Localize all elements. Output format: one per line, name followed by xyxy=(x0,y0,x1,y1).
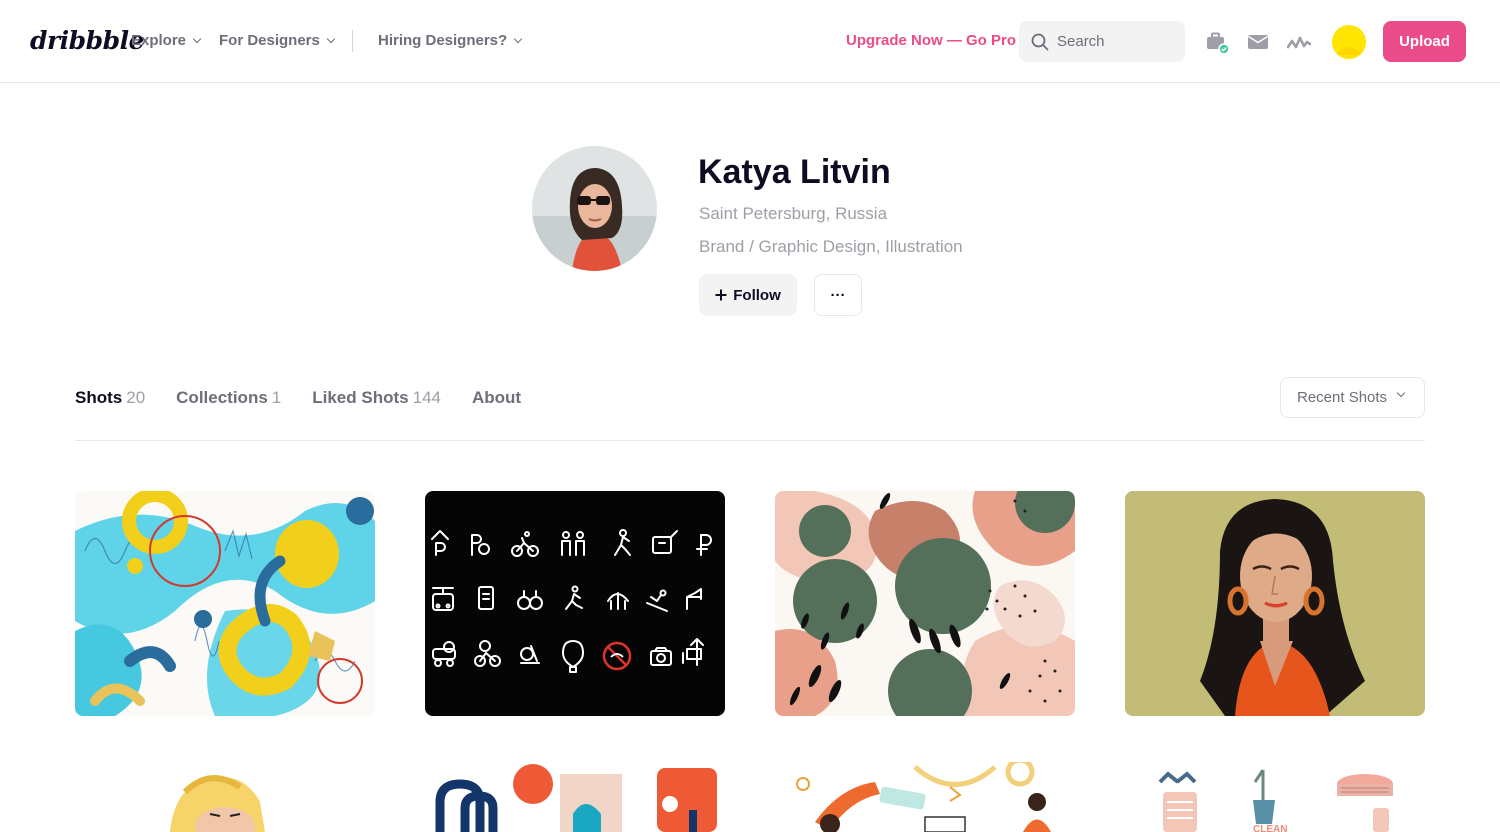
follow-button[interactable]: Follow xyxy=(699,274,797,316)
user-avatar[interactable] xyxy=(1332,25,1366,59)
tab-about[interactable]: About xyxy=(472,388,521,408)
nav-hiring-designers-label: Hiring Designers? xyxy=(378,32,508,49)
shot-card[interactable] xyxy=(425,762,725,832)
chevron-down-icon xyxy=(1396,388,1406,398)
tab-collections-count: 1 xyxy=(271,388,282,407)
nav-explore-label: Explore xyxy=(131,32,187,49)
chevron-down-icon xyxy=(192,34,202,43)
tab-collections[interactable]: Collections 1 xyxy=(176,388,281,408)
shot-thumbnail xyxy=(75,762,375,832)
tab-collections-label: Collections xyxy=(176,388,268,407)
shot-card[interactable] xyxy=(775,491,1075,716)
profile-avatar xyxy=(532,146,657,271)
tab-liked-shots-label: Liked Shots xyxy=(312,388,409,407)
shot-thumbnail xyxy=(75,491,375,716)
nav-hiring-designers[interactable]: Hiring Designers? xyxy=(378,32,523,49)
search-box[interactable] xyxy=(1019,21,1185,62)
plus-icon xyxy=(715,289,727,301)
avatar-image xyxy=(1332,25,1366,59)
profile-location: Saint Petersburg, Russia xyxy=(699,204,888,223)
nav-for-designers-label: For Designers xyxy=(219,32,320,49)
chevron-down-icon xyxy=(513,34,523,43)
dribbble-logo[interactable]: dribbble xyxy=(30,26,145,55)
sort-dropdown[interactable]: Recent Shots xyxy=(1280,377,1425,418)
profile-tabs: Shots 20 Collections 1 Liked Shots 144 Abou… xyxy=(75,388,521,408)
shot-card[interactable] xyxy=(75,491,375,716)
shot-card[interactable] xyxy=(775,762,1075,832)
shot-thumbnail xyxy=(425,491,725,716)
shot-thumbnail: CLEAN xyxy=(1125,762,1425,832)
follow-label: Follow xyxy=(733,286,781,304)
upgrade-pro-link[interactable]: Upgrade Now — Go Pro xyxy=(846,32,1016,49)
tab-liked-shots-count: 144 xyxy=(412,388,441,407)
shot-card[interactable]: CLEAN xyxy=(1125,762,1425,832)
more-options-button[interactable]: ··· xyxy=(814,274,862,316)
search-input[interactable] xyxy=(1057,33,1177,50)
nav-divider xyxy=(352,30,353,52)
mail-icon[interactable] xyxy=(1246,30,1270,54)
shot-card[interactable] xyxy=(75,762,375,832)
profile-name: Katya Litvin xyxy=(698,153,891,191)
shot-thumbnail xyxy=(1125,491,1425,716)
top-navigation: dribbble Explore For Designers Hiring De… xyxy=(0,0,1500,83)
search-icon xyxy=(1031,33,1049,50)
tab-liked-shots[interactable]: Liked Shots 144 xyxy=(312,388,441,408)
shot-card[interactable] xyxy=(1125,491,1425,716)
shot-thumbnail xyxy=(775,762,1075,832)
tab-about-label: About xyxy=(471,388,522,407)
activity-icon[interactable] xyxy=(1287,30,1311,54)
shot-thumbnail xyxy=(425,762,725,832)
nav-explore[interactable]: Explore xyxy=(131,32,202,49)
sort-selected-label: Recent Shots xyxy=(1297,389,1388,406)
shot-card[interactable] xyxy=(425,491,725,716)
shot-thumbnail xyxy=(775,491,1075,716)
nav-for-designers[interactable]: For Designers xyxy=(219,32,336,49)
profile-skills: Brand / Graphic Design, Illustration xyxy=(699,237,963,256)
tab-shots-label: Shots xyxy=(75,388,123,407)
chevron-down-icon xyxy=(326,34,336,43)
profile-photo xyxy=(532,146,657,271)
tabs-divider xyxy=(75,440,1425,441)
upload-button[interactable]: Upload xyxy=(1383,21,1466,62)
briefcase-icon[interactable] xyxy=(1205,30,1229,54)
svg-text:CLEAN: CLEAN xyxy=(1253,824,1287,832)
tab-shots[interactable]: Shots 20 xyxy=(75,388,145,408)
tab-shots-count: 20 xyxy=(126,388,146,407)
